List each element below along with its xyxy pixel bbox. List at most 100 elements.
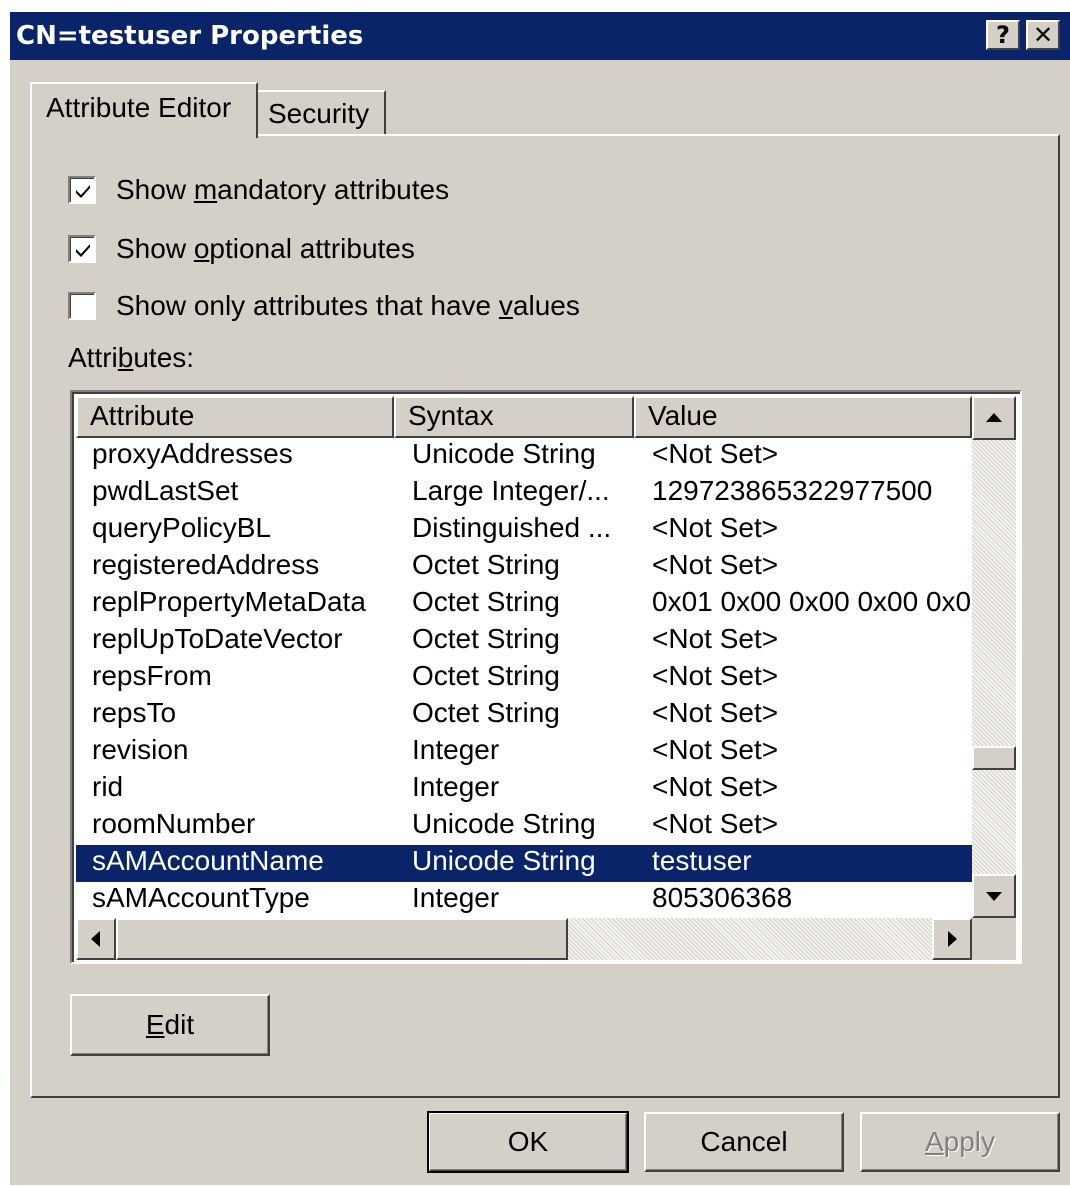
ok-button[interactable]: OK [427,1111,629,1173]
help-icon: ? [996,21,1010,49]
table-row[interactable]: repsTo Octet String <Not Set> [76,697,972,734]
title-bar[interactable]: CN=testuser Properties ? ✕ [10,12,1070,60]
table-row[interactable]: proxyAddresses Unicode String <Not Set> [76,438,972,475]
cell-syntax: Integer [412,734,500,765]
column-header-syntax-label: Syntax [408,400,494,431]
table-row[interactable]: queryPolicyBL Distinguished ... <Not Set> [76,512,972,549]
cell-attribute: repsTo [92,697,177,728]
vertical-scroll-thumb[interactable] [972,746,1016,770]
properties-dialog: CN=testuser Properties ? ✕ Attribute Edi… [8,10,1070,1185]
table-row[interactable]: repsFrom Octet String <Not Set> [76,660,972,697]
cell-syntax: Integer [412,882,500,913]
close-icon: ✕ [1032,21,1054,49]
checkmark-icon [76,185,90,198]
table-row[interactable]: revision Integer <Not Set> [76,734,972,771]
tab-attribute-editor-label: Attribute Editor [46,92,232,123]
column-header-syntax[interactable]: Syntax [394,396,634,438]
cell-syntax: Octet String [412,586,560,617]
cell-attribute: registeredAddress [92,549,320,580]
cell-syntax: Distinguished ... [412,512,612,543]
cell-value: <Not Set> [652,438,779,469]
table-row[interactable]: sAMAccountType Integer 805306368 [76,882,972,916]
cell-attribute: repsFrom [92,660,212,691]
cell-value: 805306368 [652,882,793,913]
column-header-attribute[interactable]: Attribute [76,396,394,438]
table-row[interactable]: rid Integer <Not Set> [76,771,972,808]
column-header-attribute-label: Attribute [90,400,195,431]
tab-attribute-editor[interactable]: Attribute Editor [30,82,258,138]
checkmark-icon [76,244,90,257]
table-row[interactable]: roomNumber Unicode String <Not Set> [76,808,972,845]
table-row[interactable]: replUpToDateVector Octet String <Not Set> [76,623,972,660]
vertical-scrollbar[interactable] [972,396,1016,918]
attributes-label: Attributes: [68,342,195,373]
cell-syntax: Octet String [412,697,560,728]
cell-attribute: queryPolicyBL [92,512,271,543]
edit-button-label: Edit [145,1009,195,1040]
table-row-selected[interactable]: sAMAccountName Unicode String testuser [76,845,972,882]
scroll-down-icon [986,892,1002,901]
attributes-list[interactable]: Attribute Syntax Value proxyAddresses Uni… [70,390,1022,964]
table-row[interactable]: pwdLastSet Large Integer/... 1297238653229… [76,475,972,512]
cell-attribute: roomNumber [92,808,256,839]
scroll-left-button[interactable] [76,918,116,960]
table-row[interactable]: replPropertyMetaData Octet String 0x01 0x0… [76,586,972,623]
tab-security[interactable]: Security [256,90,386,136]
cell-attribute: replPropertyMetaData [92,586,366,617]
column-header-value[interactable]: Value [634,396,972,438]
cell-syntax: Octet String [412,549,560,580]
cell-value: <Not Set> [652,734,779,765]
scrollbar-corner [972,918,1016,960]
horizontal-scroll-thumb[interactable] [116,918,568,960]
edit-button[interactable]: Edit [70,994,270,1056]
show-values-only-checkbox-row[interactable]: Show only attributes that have values [68,286,580,326]
show-optional-checkbox-row[interactable]: Show optional attributes [68,229,415,269]
cell-syntax: Octet String [412,623,560,654]
cell-attribute: rid [92,771,124,802]
cell-attribute: sAMAccountName [92,845,324,876]
scroll-right-button[interactable] [932,918,972,960]
show-optional-label: Show optional attributes [116,233,415,264]
scroll-right-icon [948,931,957,947]
scroll-up-icon [986,413,1002,422]
cell-value: testuser [652,845,752,876]
cell-syntax: Octet String [412,660,560,691]
tab-security-label: Security [268,98,370,129]
horizontal-scrollbar[interactable] [76,918,972,960]
cell-attribute: proxyAddresses [92,438,293,469]
cell-value: <Not Set> [652,771,779,802]
cell-value: 129723865322977500 [652,475,933,506]
show-values-only-label: Show only attributes that have values [116,290,580,321]
scroll-left-icon [91,931,100,947]
table-row[interactable]: registeredAddress Octet String <Not Set> [76,549,972,586]
cell-value: <Not Set> [652,660,779,691]
close-button[interactable]: ✕ [1026,20,1060,50]
apply-button-label: Apply [924,1126,996,1157]
cancel-button-label: Cancel [700,1126,788,1157]
cell-value: <Not Set> [652,512,779,543]
show-values-only-checkbox[interactable] [68,292,96,320]
scroll-up-button[interactable] [972,396,1016,440]
show-optional-checkbox[interactable] [68,235,96,263]
show-mandatory-checkbox[interactable] [68,176,96,204]
show-mandatory-label: Show mandatory attributes [116,174,450,205]
cell-attribute: sAMAccountType [92,882,310,913]
cell-syntax: Unicode String [412,845,596,876]
cell-value: <Not Set> [652,549,779,580]
cell-attribute: replUpToDateVector [92,623,343,654]
help-button[interactable]: ? [986,20,1020,50]
cell-value: <Not Set> [652,697,779,728]
window-title: CN=testuser Properties [16,21,364,51]
cell-syntax: Unicode String [412,438,596,469]
scroll-down-button[interactable] [972,874,1016,918]
cell-value: <Not Set> [652,623,779,654]
show-mandatory-checkbox-row[interactable]: Show mandatory attributes [68,170,449,210]
cell-syntax: Unicode String [412,808,596,839]
cell-attribute: pwdLastSet [92,475,239,506]
apply-button[interactable]: Apply [860,1112,1060,1172]
cell-attribute: revision [92,734,189,765]
attributes-rows: proxyAddresses Unicode String <Not Set> pw… [76,438,972,916]
cancel-button[interactable]: Cancel [644,1112,844,1172]
cell-value: 0x01 0x00 0x00 0x00 0x0 [652,586,972,617]
cell-value: <Not Set> [652,808,779,839]
